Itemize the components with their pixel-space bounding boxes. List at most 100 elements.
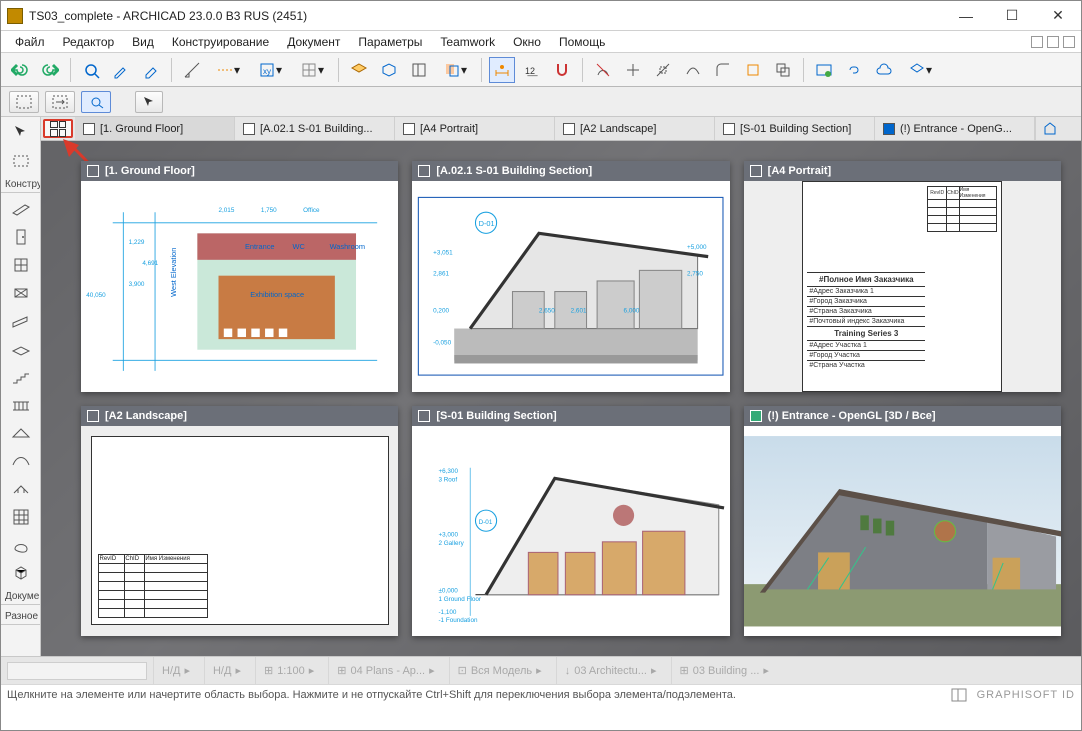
svg-text:2,861: 2,861: [433, 271, 449, 278]
svg-text:1 Ground Floor: 1 Ground Floor: [439, 596, 482, 603]
fillet-button[interactable]: [710, 57, 736, 83]
thumb-a4[interactable]: [A4 Portrait] RevIDChIDИмя Изменения: [744, 161, 1061, 392]
menu-construction[interactable]: Конструирование: [164, 33, 277, 51]
thumb-section[interactable]: [S-01 Building Section] D-0: [412, 406, 729, 637]
plans-dropdown[interactable]: ⊞ 04 Plans - Ap... ▸: [328, 657, 442, 684]
thumb-section-layout[interactable]: [A.02.1 S-01 Building Section]: [412, 161, 729, 392]
menu-parameters[interactable]: Параметры: [350, 33, 430, 51]
cloud-button[interactable]: [871, 57, 897, 83]
tab-label: [A4 Portrait]: [420, 123, 478, 135]
tab-popout-button[interactable]: [1035, 117, 1065, 140]
svg-text:West Elevation: West Elevation: [169, 248, 178, 297]
menu-file[interactable]: Файл: [7, 33, 53, 51]
thumb-a2[interactable]: [A2 Landscape] RevIDChIDИмя Изменения: [81, 406, 398, 637]
menu-document[interactable]: Документ: [279, 33, 348, 51]
adjust-button[interactable]: [680, 57, 706, 83]
curtainwall-tool[interactable]: [7, 505, 35, 529]
tab-a4[interactable]: [A4 Portrait]: [395, 117, 555, 140]
door-tool[interactable]: [7, 225, 35, 249]
tab-section[interactable]: [S-01 Building Section]: [715, 117, 875, 140]
maximize-button[interactable]: ☐: [989, 1, 1035, 31]
brand-label[interactable]: GRAPHISOFT ID: [977, 689, 1075, 701]
suspend-button[interactable]: [590, 57, 616, 83]
menu-help[interactable]: Помощь: [551, 33, 613, 51]
nd2[interactable]: Н/Д ▸: [204, 657, 249, 684]
manage-button[interactable]: [811, 57, 837, 83]
marquee-direction-button[interactable]: [45, 91, 75, 113]
thumb-title: (!) Entrance - OpenGL [3D / Все]: [768, 410, 936, 422]
dimension-toggle[interactable]: [489, 57, 515, 83]
toolbox-section-design: Констру: [1, 177, 40, 193]
grid-dropdown[interactable]: ▾: [293, 57, 331, 83]
arrow-tool-button[interactable]: [135, 91, 163, 113]
mdi-minimize-icon[interactable]: [1031, 36, 1043, 48]
menu-window[interactable]: Окно: [505, 33, 549, 51]
marquee-tool[interactable]: [7, 149, 35, 173]
column-tool[interactable]: [7, 281, 35, 305]
tab-overview-button[interactable]: [43, 119, 73, 138]
roof-tool[interactable]: [7, 421, 35, 445]
snap-dropdown[interactable]: xy▾: [251, 57, 289, 83]
link-button[interactable]: [841, 57, 867, 83]
tab-a021[interactable]: [A.02.1 S-01 Building...: [235, 117, 395, 140]
undo-button[interactable]: [7, 57, 33, 83]
skylight-tool[interactable]: [7, 477, 35, 501]
split-button[interactable]: [650, 57, 676, 83]
toolbox-section-more: Разное: [1, 609, 40, 625]
trim-button[interactable]: [620, 57, 646, 83]
wall-tool[interactable]: [7, 197, 35, 221]
tab-ground-floor[interactable]: [1. Ground Floor]: [75, 117, 235, 140]
series: Training Series 3: [807, 326, 925, 340]
guide-dropdown[interactable]: ▾: [209, 57, 247, 83]
railing-tool[interactable]: [7, 393, 35, 417]
quick-select-toggle[interactable]: [81, 91, 111, 113]
tab-a2[interactable]: [A2 Landscape]: [555, 117, 715, 140]
minimize-button[interactable]: —: [943, 1, 989, 31]
intersect-button[interactable]: [770, 57, 796, 83]
eyedropper-button[interactable]: [108, 57, 134, 83]
object-tool[interactable]: [7, 561, 35, 585]
layout-mini-icon[interactable]: [951, 688, 967, 702]
trace-dropdown[interactable]: ▾: [436, 57, 474, 83]
stair-tool[interactable]: [7, 365, 35, 389]
menu-view[interactable]: Вид: [124, 33, 162, 51]
resize-button[interactable]: [740, 57, 766, 83]
layout-button[interactable]: [406, 57, 432, 83]
plane-button[interactable]: [376, 57, 402, 83]
thumb-ground-floor[interactable]: [1. Ground Floor] Entrance WC Washroom E…: [81, 161, 398, 392]
menu-teamwork[interactable]: Teamwork: [432, 33, 503, 51]
slab-tool[interactable]: [7, 337, 35, 361]
arch-dropdown[interactable]: ↓ 03 Architectu... ▸: [556, 657, 665, 684]
mdi-restore-icon[interactable]: [1047, 36, 1059, 48]
beam-tool[interactable]: [7, 309, 35, 333]
publish-dropdown[interactable]: ▾: [901, 57, 939, 83]
layers-button[interactable]: [346, 57, 372, 83]
magnet-button[interactable]: [549, 57, 575, 83]
menu-editor[interactable]: Редактор: [55, 33, 123, 51]
morph-tool[interactable]: [7, 533, 35, 557]
mdi-close-icon[interactable]: [1063, 36, 1075, 48]
close-button[interactable]: ✕: [1035, 1, 1081, 31]
building-dropdown[interactable]: ⊞ 03 Building ... ▸: [671, 657, 777, 684]
window-tool[interactable]: [7, 253, 35, 277]
layout-icon: [750, 165, 762, 177]
nd1[interactable]: Н/Д ▸: [153, 657, 198, 684]
svg-text:±0,000: ±0,000: [439, 587, 459, 594]
ruler-button[interactable]: [179, 57, 205, 83]
arrow-tool[interactable]: [7, 121, 35, 145]
marquee-partial-button[interactable]: [9, 91, 39, 113]
model-dropdown[interactable]: ⊡ Вся Модель ▸: [449, 657, 550, 684]
pick-button[interactable]: [78, 57, 104, 83]
svg-text:D-01: D-01: [479, 518, 493, 525]
row: #Город Заказчика: [807, 296, 925, 306]
redo-button[interactable]: [37, 57, 63, 83]
viewport[interactable]: [1. Ground Floor] Entrance WC Washroom E…: [41, 141, 1081, 656]
tab-3d[interactable]: (!) Entrance - OpenG...: [875, 117, 1035, 140]
scale-dropdown[interactable]: ⊞ 1:100 ▸: [255, 657, 322, 684]
shell-tool[interactable]: [7, 449, 35, 473]
thumb-3d[interactable]: (!) Entrance - OpenGL [3D / Все]: [744, 406, 1061, 637]
syringe-button[interactable]: [138, 57, 164, 83]
tab-label: [1. Ground Floor]: [100, 123, 183, 135]
dimension-12-button[interactable]: 1̲2̲: [519, 57, 545, 83]
layer-dropdown[interactable]: [7, 662, 147, 680]
